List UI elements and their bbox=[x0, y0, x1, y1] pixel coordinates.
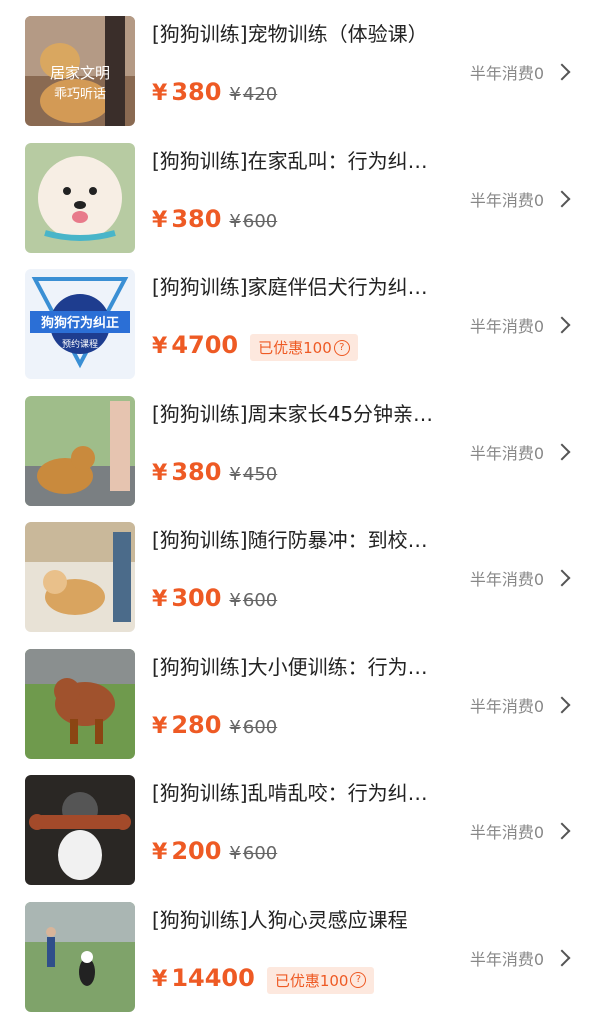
product-title: [狗狗训练]大小便训练：行为… bbox=[152, 654, 428, 679]
product-thumbnail bbox=[25, 775, 135, 885]
list-item[interactable]: [狗狗训练]周末家长45分钟亲… 半年消费0 ¥380 ¥450 bbox=[0, 380, 600, 507]
price-row: ¥380 ¥600 bbox=[152, 205, 277, 233]
consume-info[interactable]: 半年消费0 bbox=[469, 313, 571, 337]
product-title: [狗狗训练]宠物训练（体验课） bbox=[152, 22, 428, 46]
product-title: [狗狗训练]乱啃乱咬：行为纠… bbox=[152, 781, 428, 805]
consume-info[interactable]: 半年消费0 bbox=[469, 60, 571, 84]
question-circle-icon: ? bbox=[350, 972, 367, 988]
thumb-caption: 居家文明 bbox=[50, 64, 110, 82]
list-item[interactable]: 狗狗行为纠正 预约课程 [狗狗训练]家庭伴侣犬行为纠… 半年消费0 ¥4700 … bbox=[0, 253, 600, 380]
price: ¥300 bbox=[152, 584, 222, 612]
consume-label: 半年消费0 bbox=[469, 823, 544, 842]
price-row: ¥380 ¥450 bbox=[152, 458, 277, 486]
price: ¥380 bbox=[152, 204, 222, 233]
chevron-right-icon bbox=[553, 822, 571, 840]
list-item[interactable]: 居家文明 乖巧听话 [狗狗训练]宠物训练（体验课） 半年消费0 ¥380 ¥42… bbox=[0, 0, 600, 127]
price-row: ¥280 ¥600 bbox=[152, 711, 277, 739]
consume-info[interactable]: 半年消费0 bbox=[469, 440, 571, 464]
discount-badge[interactable]: 已优惠100? bbox=[250, 334, 358, 361]
product-thumbnail bbox=[25, 648, 135, 759]
consume-label: 半年消费0 bbox=[469, 570, 544, 589]
list-item[interactable]: [狗狗训练]人狗心灵感应课程 半年消费0 ¥14400 已优惠100? bbox=[0, 886, 600, 1013]
price: ¥14400 bbox=[152, 963, 255, 992]
original-price: ¥600 bbox=[229, 590, 278, 611]
list-item[interactable]: [狗狗训练]乱啃乱咬：行为纠… 半年消费0 ¥200 ¥600 bbox=[0, 759, 600, 886]
chevron-right-icon bbox=[553, 696, 571, 713]
original-price: ¥450 bbox=[229, 463, 278, 485]
product-thumbnail bbox=[25, 522, 135, 632]
list-item[interactable]: [狗狗训练]在家乱叫：行为纠… 半年消费0 ¥380 ¥600 bbox=[0, 127, 600, 254]
consume-label: 半年消费0 bbox=[469, 317, 544, 336]
product-title: [狗狗训练]人狗心灵感应课程 bbox=[152, 907, 408, 932]
original-price: ¥420 bbox=[229, 84, 278, 105]
original-price: ¥600 bbox=[229, 210, 278, 232]
consume-info[interactable]: 半年消费0 bbox=[469, 187, 571, 211]
consume-label: 半年消费0 bbox=[469, 190, 544, 210]
price-row: ¥380 ¥420 bbox=[152, 78, 277, 106]
product-list: 居家文明 乖巧听话 [狗狗训练]宠物训练（体验课） 半年消费0 ¥380 ¥42… bbox=[0, 0, 600, 1012]
consume-info[interactable]: 半年消费0 bbox=[469, 693, 571, 717]
consume-label: 半年消费0 bbox=[469, 443, 544, 463]
product-thumbnail bbox=[25, 142, 135, 253]
question-circle-icon: ? bbox=[333, 339, 350, 356]
consume-label: 半年消费0 bbox=[469, 64, 544, 83]
product-thumbnail bbox=[25, 395, 135, 506]
price: ¥4700 bbox=[152, 331, 239, 359]
chevron-right-icon bbox=[553, 190, 571, 207]
price: ¥380 bbox=[152, 457, 222, 486]
consume-info[interactable]: 半年消费0 bbox=[469, 819, 571, 843]
thumb-caption: 狗狗行为纠正 bbox=[41, 315, 119, 331]
product-thumbnail: 狗狗行为纠正 预约课程 bbox=[25, 269, 135, 379]
consume-info[interactable]: 半年消费0 bbox=[469, 946, 571, 970]
list-item[interactable]: [狗狗训练]大小便训练：行为… 半年消费0 ¥280 ¥600 bbox=[0, 633, 600, 760]
consume-label: 半年消费0 bbox=[469, 696, 544, 716]
price: ¥200 bbox=[152, 837, 222, 865]
price: ¥280 bbox=[152, 710, 222, 739]
discount-badge[interactable]: 已优惠100? bbox=[266, 966, 375, 994]
product-title: [狗狗训练]在家乱叫：行为纠… bbox=[152, 148, 428, 173]
product-title: [狗狗训练]家庭伴侣犬行为纠… bbox=[152, 275, 428, 299]
chevron-right-icon bbox=[553, 316, 571, 334]
original-price: ¥600 bbox=[229, 843, 278, 864]
thumb-caption: 乖巧听话 bbox=[54, 87, 106, 102]
product-thumbnail bbox=[25, 901, 135, 1012]
consume-info[interactable]: 半年消费0 bbox=[469, 566, 571, 590]
price-row: ¥300 ¥600 bbox=[152, 584, 277, 612]
price-row: ¥200 ¥600 bbox=[152, 837, 277, 865]
original-price: ¥600 bbox=[229, 716, 278, 738]
product-title: [狗狗训练]随行防暴冲：到校… bbox=[152, 528, 428, 552]
product-title: [狗狗训练]周末家长45分钟亲… bbox=[152, 401, 434, 426]
chevron-right-icon bbox=[553, 443, 571, 460]
list-item[interactable]: [狗狗训练]随行防暴冲：到校… 半年消费0 ¥300 ¥600 bbox=[0, 506, 600, 633]
price-row: ¥4700 已优惠100? bbox=[152, 331, 358, 361]
consume-label: 半年消费0 bbox=[469, 949, 544, 969]
chevron-right-icon bbox=[553, 569, 571, 587]
product-thumbnail: 居家文明 乖巧听话 bbox=[25, 16, 135, 126]
chevron-right-icon bbox=[553, 63, 571, 81]
thumb-caption: 预约课程 bbox=[62, 338, 98, 350]
price: ¥380 bbox=[152, 78, 222, 106]
price-row: ¥14400 已优惠100? bbox=[152, 963, 375, 994]
chevron-right-icon bbox=[553, 949, 571, 966]
